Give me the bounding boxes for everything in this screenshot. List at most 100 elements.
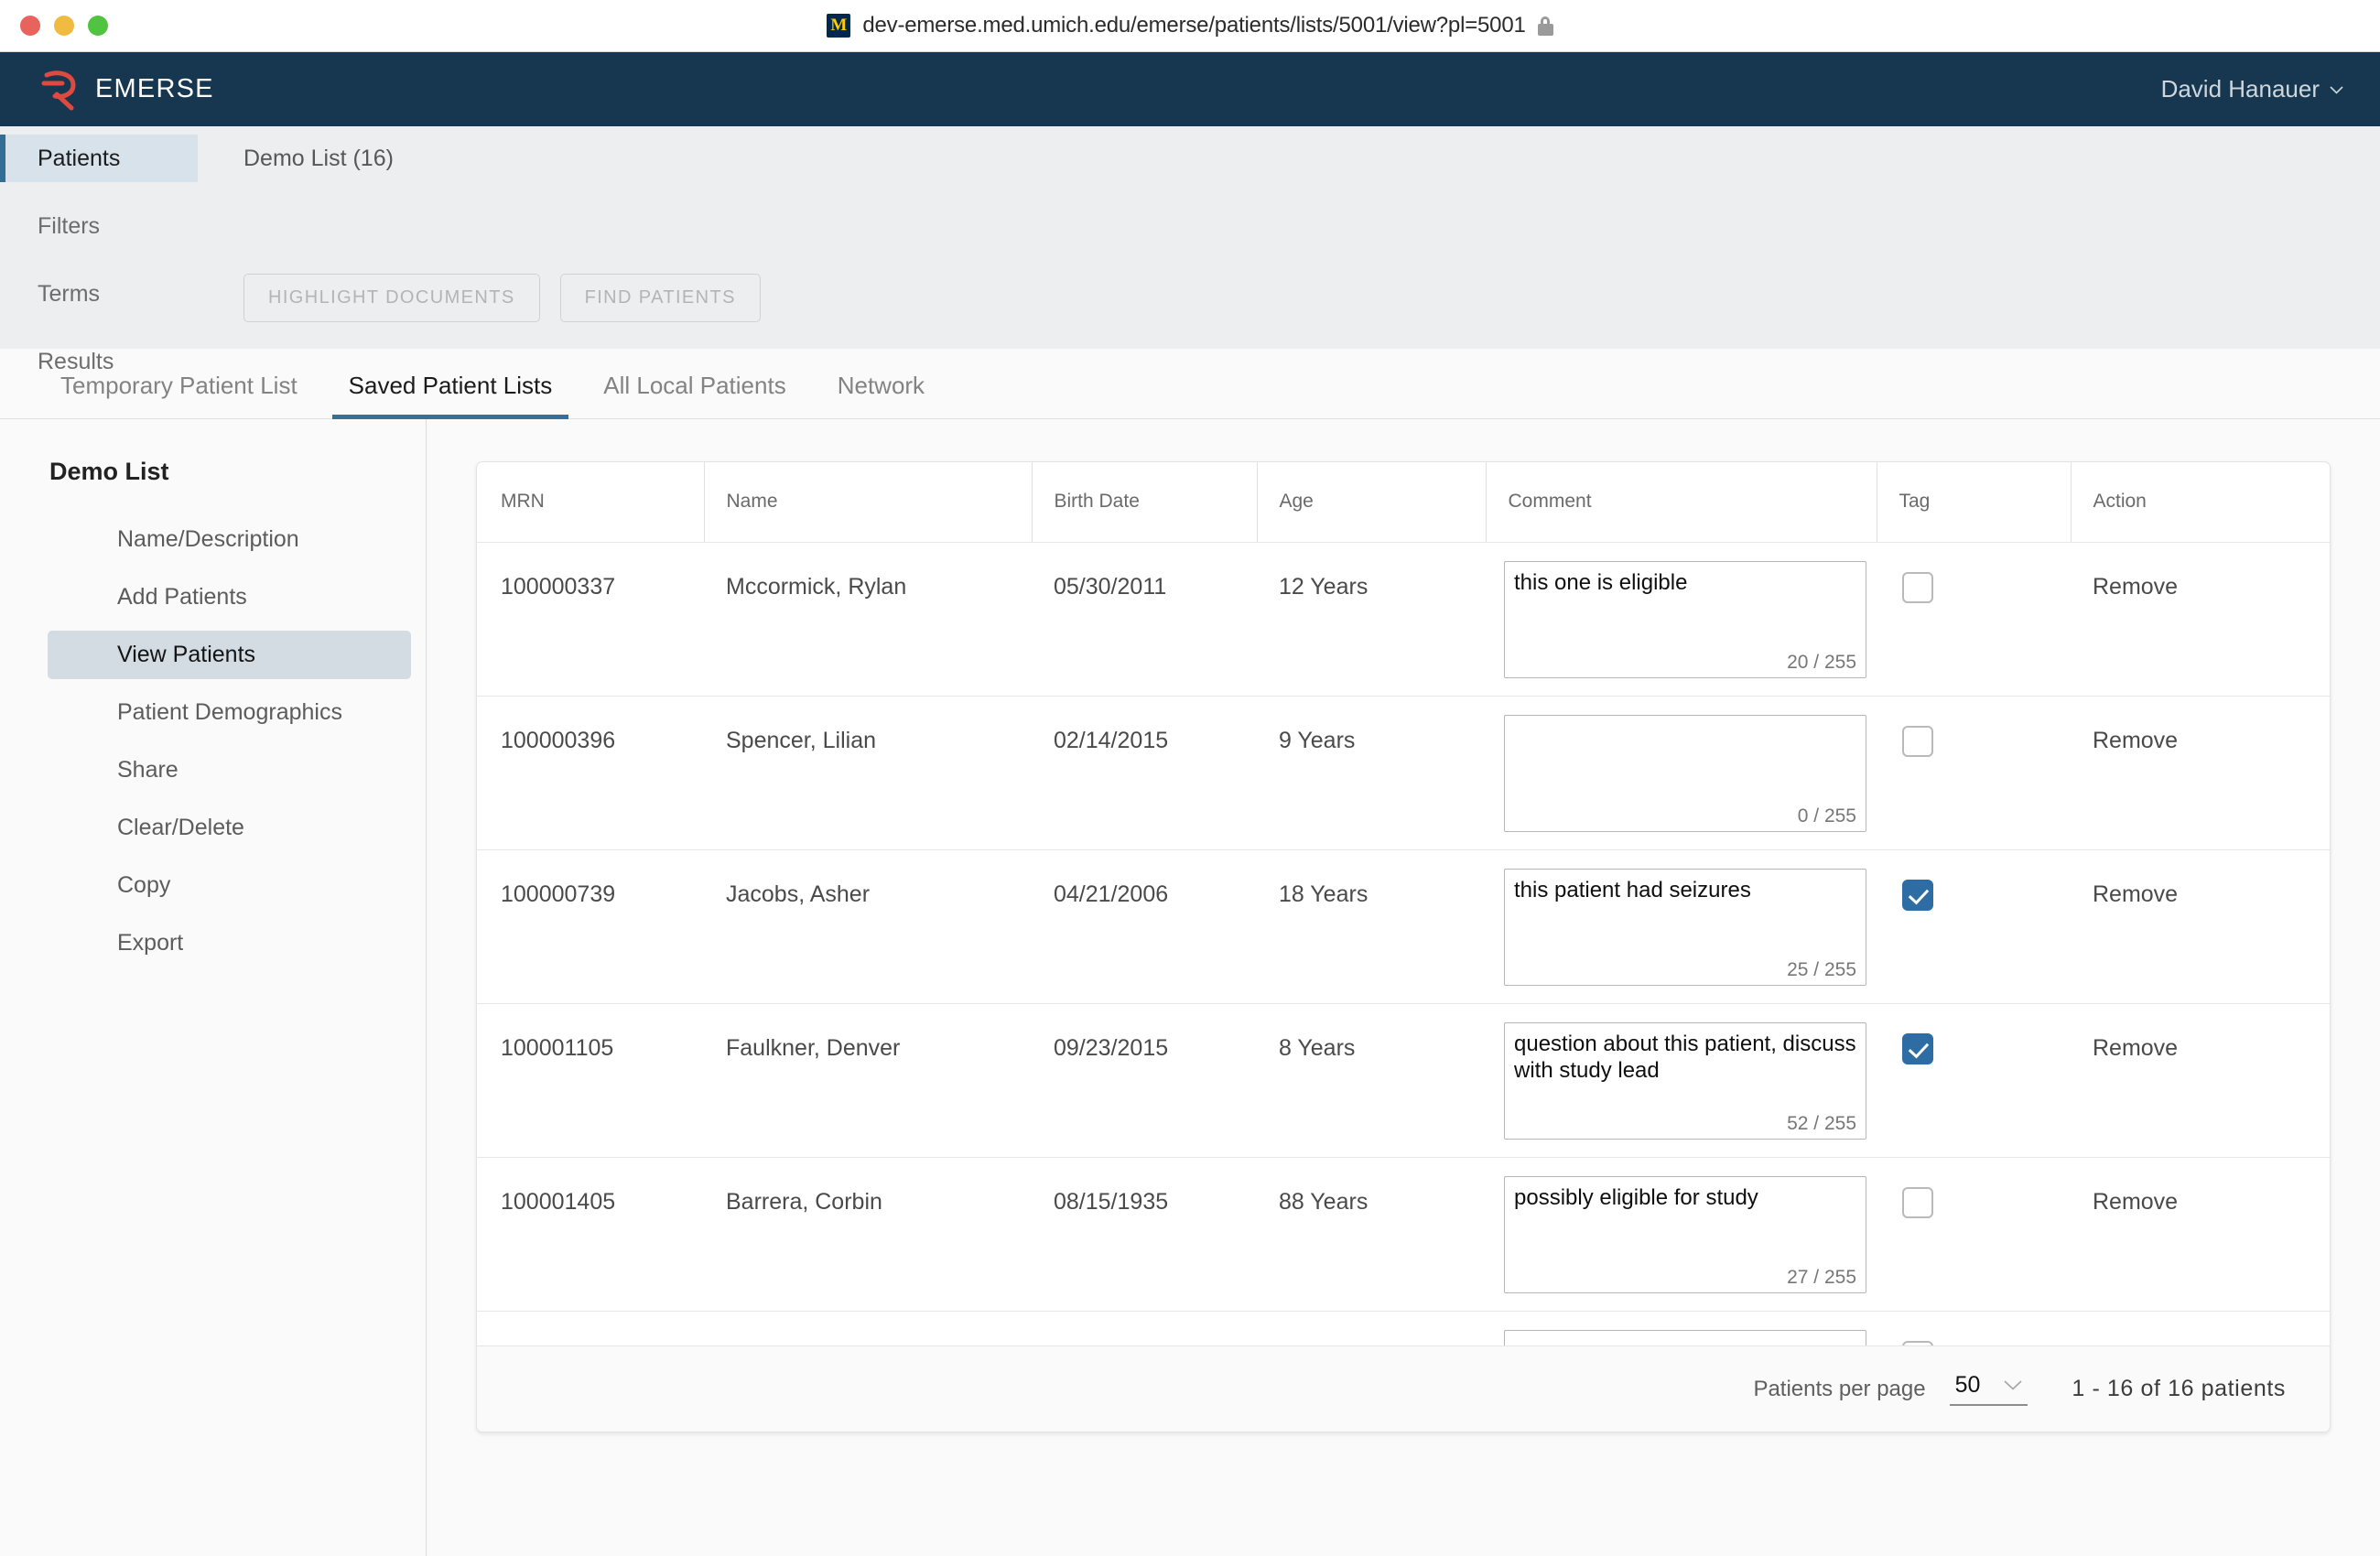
comment-textarea[interactable]: 0 / 255 [1504,714,1866,832]
tag-checkbox[interactable] [1902,1340,1933,1345]
cell-tag [1877,1003,2071,1158]
lock-icon [1537,16,1553,36]
minimize-window-button[interactable] [54,16,74,36]
sidebar-item-export[interactable]: Export [48,919,411,967]
column-header-name[interactable]: Name [703,462,1032,543]
remove-patient-link[interactable]: Remove [2093,728,2178,753]
search-nav-label: Terms [38,280,101,307]
maximize-window-button[interactable] [88,16,108,36]
cell-birth-date: 05/30/2011 [1032,542,1257,697]
cell-action: Remove [2071,1311,2330,1346]
url-text: dev-emerse.med.umich.edu/emerse/patients… [862,13,1526,38]
per-page-label: Patients per page [1753,1376,1926,1401]
cell-tag [1877,542,2071,697]
table-row: 100000337 Mccormick, Rylan 05/30/2011 12 Ye… [477,542,2330,697]
comment-char-count: 25 / 255 [1787,958,1856,980]
comment-text: possibly eligible for study [1514,1184,1758,1210]
cell-name: Jacobs, Asher [704,849,1032,1004]
table-row: 100000396 Spencer, Lilian 02/14/2015 9 Year… [477,696,2330,850]
search-nav-label: Filters [38,212,101,239]
cell-comment [1486,1311,1877,1345]
tag-checkbox[interactable] [1902,1186,1933,1218]
find-patients-button[interactable]: FIND PATIENTS [559,274,761,322]
cell-comment: this one is eligible 20 / 255 [1486,542,1877,697]
comment-text: this patient had seizures [1514,877,1751,902]
search-nav-item-patients[interactable]: Patients [0,135,198,182]
sidebar-item-add-patients[interactable]: Add Patients [48,573,411,621]
sidebar-item-name-description[interactable]: Name/Description [48,515,411,564]
comment-textarea[interactable]: possibly eligible for study 27 / 255 [1504,1175,1866,1293]
cell-age: 8 Years [1257,1003,1486,1158]
cell-age: 88 Years [1257,1157,1486,1312]
cell-age: 9 Years [1257,696,1486,850]
patients-table-scroll[interactable]: MRN Name Birth Date Age Comment Tag Acti… [477,462,2330,1345]
cell-action: Remove [2071,849,2330,1004]
column-header-birth-date[interactable]: Birth Date [1031,462,1257,543]
cell-age: 18 Years [1257,849,1486,1004]
per-page-select[interactable]: 50 [1949,1372,2028,1406]
tab-all-local-patients[interactable]: All Local Patients [587,372,802,419]
sidebar-item-copy[interactable]: Copy [48,861,411,910]
table-row: 100000739 Jacobs, Asher 04/21/2006 18 Years… [477,849,2330,1004]
patients-table-body: 100000337 Mccormick, Rylan 05/30/2011 12 Ye… [477,542,2330,1345]
sidebar-item-view-patients[interactable]: View Patients [48,631,411,679]
remove-patient-link[interactable]: Remove [2093,1189,2178,1215]
table-row: 100001610Hull, Calliope01/29/198935 Year… [477,1311,2330,1345]
cell-action: Remove [2071,1157,2330,1312]
cell-mrn: 100001610 [477,1311,704,1346]
tag-checkbox[interactable] [1902,879,1933,911]
column-header-mrn[interactable]: MRN [477,462,704,543]
cell-mrn: 100000396 [477,696,704,850]
user-menu[interactable]: David Hanauer [2161,75,2343,103]
tab-saved-patient-lists[interactable]: Saved Patient Lists [331,372,569,419]
column-header-comment[interactable]: Comment [1485,462,1877,543]
comment-textarea[interactable]: this patient had seizures 25 / 255 [1504,868,1866,986]
cell-birth-date: 01/29/1989 [1032,1311,1257,1346]
patients-table: MRN Name Birth Date Age Comment Tag Acti… [477,462,2330,1345]
remove-patient-link[interactable]: Remove [2093,881,2178,907]
tab-network[interactable]: Network [821,372,941,419]
brand-name: EMERSE [95,74,214,103]
search-left-nav: Patients Filters Terms Results [0,126,198,374]
cell-name: Barrera, Corbin [704,1157,1032,1312]
search-builder-strip: Patients Filters Terms Results Demo List… [0,126,2380,374]
sidebar-item-share[interactable]: Share [48,746,411,794]
sidebar-item-patient-demographics[interactable]: Patient Demographics [48,688,411,737]
comment-char-count: 52 / 255 [1787,1112,1856,1134]
cell-comment: possibly eligible for study 27 / 255 [1486,1157,1877,1312]
tag-checkbox[interactable] [1902,571,1933,603]
chevron-down-icon [2004,1380,2022,1390]
cell-mrn: 100000337 [477,542,704,697]
search-nav-item-filters[interactable]: Filters [0,202,198,250]
selected-list-label: Demo List (16) [243,146,394,171]
column-header-age[interactable]: Age [1256,462,1486,543]
comment-textarea[interactable] [1504,1329,1866,1345]
comment-textarea[interactable]: this one is eligible 20 / 255 [1504,560,1866,678]
browser-chrome: M dev-emerse.med.umich.edu/emerse/patien… [0,0,2380,52]
address-bar[interactable]: M dev-emerse.med.umich.edu/emerse/patien… [0,13,2380,38]
cell-name: Hull, Calliope [704,1311,1032,1346]
tag-checkbox[interactable] [1902,1032,1933,1064]
comment-textarea[interactable]: question about this patient, discuss wit… [1504,1021,1866,1140]
column-header-tag[interactable]: Tag [1876,462,2071,543]
cell-tag [1877,1157,2071,1312]
remove-patient-link[interactable]: Remove [2093,1035,2178,1061]
sidebar-item-clear-delete[interactable]: Clear/Delete [48,804,411,852]
comment-char-count: 0 / 255 [1797,805,1856,827]
search-nav-label: Patients [38,145,121,171]
comment-text: this one is eligible [1514,569,1688,595]
close-window-button[interactable] [20,16,40,36]
brand[interactable]: EMERSE [40,69,214,111]
remove-patient-link[interactable]: Remove [2093,574,2178,600]
list-sidebar: Demo List Name/Description Add Patients … [0,419,427,1556]
cell-action: Remove [2071,696,2330,850]
cell-action: Remove [2071,542,2330,697]
tag-checkbox[interactable] [1902,725,1933,757]
column-header-action[interactable]: Action [2070,462,2330,543]
comment-char-count: 27 / 255 [1787,1266,1856,1288]
tab-temporary-patient-list[interactable]: Temporary Patient List [44,372,314,419]
site-favicon-icon: M [827,14,851,38]
table-header-row: MRN Name Birth Date Age Comment Tag Acti… [477,462,2330,543]
highlight-documents-button[interactable]: HIGHLIGHT DOCUMENTS [243,274,540,322]
search-nav-item-terms[interactable]: Terms [0,270,198,318]
